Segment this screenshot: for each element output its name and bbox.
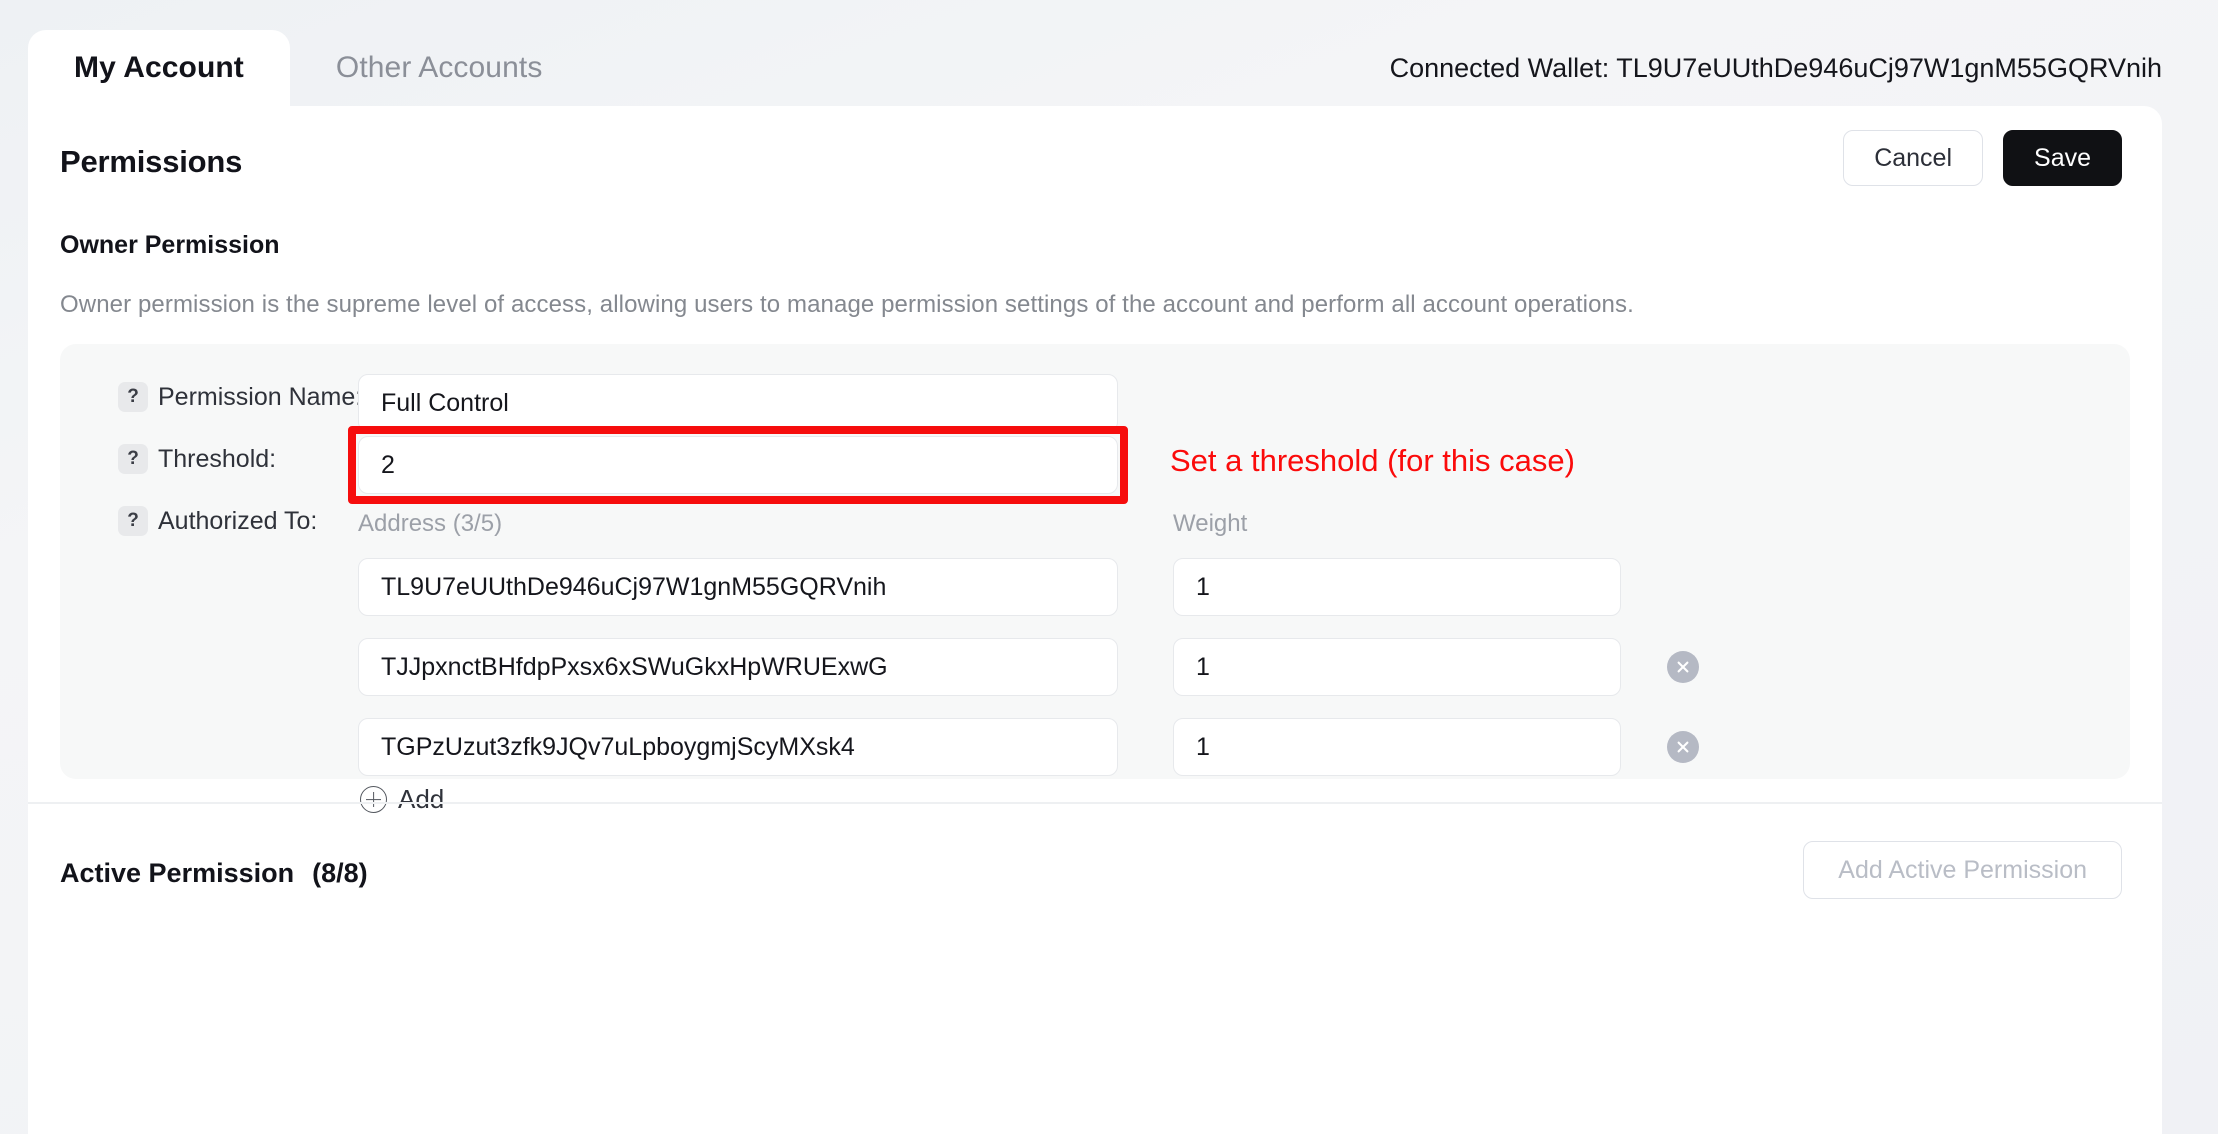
permission-name-label-group: ? Permission Name:: [118, 382, 362, 412]
address-input[interactable]: [358, 558, 1118, 616]
threshold-label: Threshold:: [158, 444, 277, 473]
owner-permission-panel: ? Permission Name: ? Threshold: Set a th…: [60, 344, 2130, 814]
address-input[interactable]: [358, 718, 1118, 776]
authorized-to-label: Authorized To:: [158, 506, 318, 535]
remove-row-icon[interactable]: [1667, 651, 1699, 683]
add-authorized-address-button[interactable]: Add: [360, 784, 444, 815]
threshold-annotation: Set a threshold (for this case): [1170, 443, 1575, 478]
active-permission-label: Active Permission: [60, 858, 295, 888]
card-header: Permissions Cancel Save: [28, 106, 2162, 218]
owner-permission-title: Owner Permission: [60, 231, 280, 259]
save-button[interactable]: Save: [2003, 130, 2122, 186]
header-actions: Cancel Save: [1843, 130, 2122, 186]
remove-row-icon[interactable]: [1667, 731, 1699, 763]
authorized-to-label-group: ? Authorized To:: [118, 506, 317, 536]
weight-input[interactable]: [1173, 558, 1621, 616]
help-icon[interactable]: ?: [118, 444, 148, 474]
cancel-button[interactable]: Cancel: [1843, 130, 1984, 186]
page-title: Permissions: [60, 144, 243, 179]
weight-input[interactable]: [1173, 638, 1621, 696]
connected-wallet: Connected Wallet: TL9U7eUUthDe946uCj97W1…: [1390, 30, 2162, 106]
section-divider: [28, 802, 2162, 804]
weight-input[interactable]: [1173, 718, 1621, 776]
address-column-header: Address (3/5): [358, 510, 503, 537]
threshold-input[interactable]: [358, 436, 1118, 494]
add-active-permission-button[interactable]: Add Active Permission: [1803, 841, 2122, 899]
help-icon[interactable]: ?: [118, 506, 148, 536]
add-label: Add: [398, 784, 445, 814]
tab-other-accounts-label: Other Accounts: [335, 51, 543, 84]
owner-permission-description: Owner permission is the supreme level of…: [60, 291, 1634, 318]
account-tabs: My Account Other Accounts: [28, 30, 588, 106]
connected-wallet-text: Connected Wallet: TL9U7eUUthDe946uCj97W1…: [1389, 52, 2162, 83]
address-input[interactable]: [358, 638, 1118, 696]
plus-circle-icon: [360, 786, 387, 813]
active-permission-count: (8/8): [312, 858, 368, 888]
weight-column-header: Weight: [1173, 510, 1248, 537]
threshold-label-group: ? Threshold:: [118, 444, 276, 474]
tab-my-account[interactable]: My Account: [28, 30, 290, 106]
active-permission-title: Active Permission (8/8): [60, 858, 368, 889]
permission-name-label: Permission Name:: [158, 382, 363, 411]
tab-other-accounts[interactable]: Other Accounts: [290, 30, 589, 106]
tab-my-account-label: My Account: [74, 51, 244, 84]
help-icon[interactable]: ?: [118, 382, 148, 412]
permissions-card: Permissions Cancel Save Owner Permission…: [28, 106, 2162, 1134]
permission-name-input[interactable]: [358, 374, 1118, 432]
